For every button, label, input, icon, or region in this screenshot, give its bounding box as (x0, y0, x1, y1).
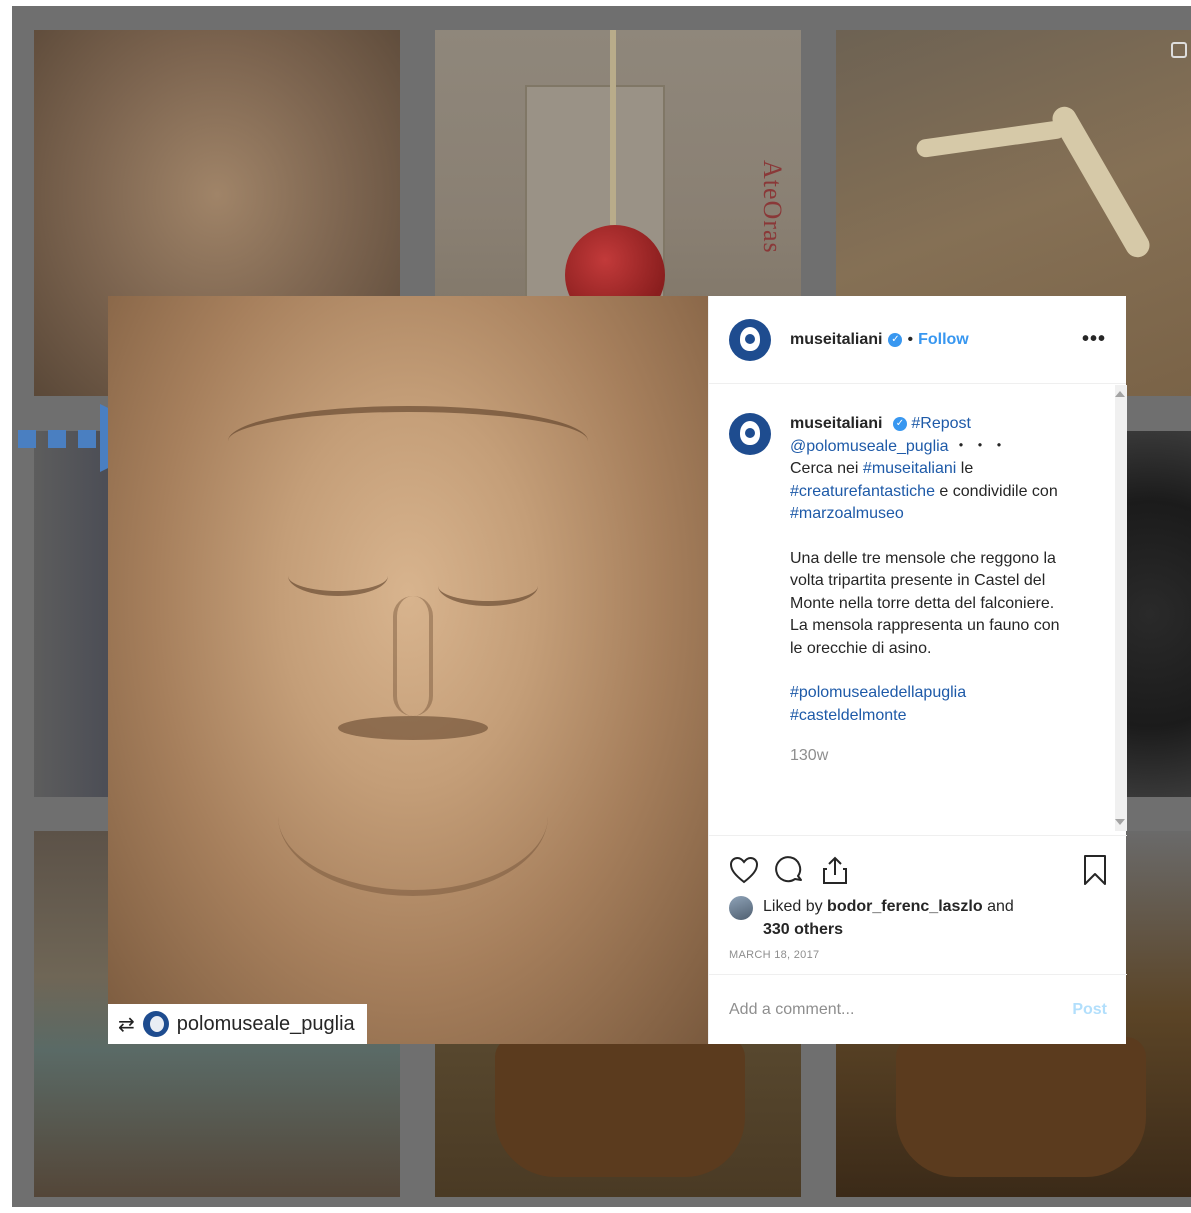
tusk-image (915, 119, 1067, 159)
bookmark-icon[interactable] (1083, 854, 1107, 886)
sculpture-detail (228, 406, 588, 476)
tusk-image (1048, 102, 1154, 262)
post-header: museitaliani ✓ • Follow ••• (709, 296, 1126, 384)
share-icon[interactable] (821, 855, 849, 885)
likes-text: Liked by bodor_ferenc_laszlo and 330 oth… (763, 896, 1014, 941)
caption-fragment: le (956, 460, 974, 477)
hashtag-link[interactable]: #casteldelmonte (790, 707, 907, 724)
repost-username: polomuseale_puglia (176, 1012, 355, 1035)
post-actions: Liked by bodor_ferenc_laszlo and 330 oth… (709, 835, 1127, 961)
more-options-icon[interactable]: ••• (1082, 328, 1106, 351)
basket-image (896, 1037, 1146, 1177)
avatar[interactable] (729, 318, 771, 361)
multi-photo-icon (1171, 42, 1187, 58)
caption-username[interactable]: museitaliani (790, 415, 882, 432)
likes-prefix: Liked by (763, 898, 828, 915)
liker-username[interactable]: bodor_ferenc_laszlo (827, 898, 983, 915)
arrow-dash (48, 430, 66, 448)
scroll-up-icon[interactable] (1115, 391, 1125, 397)
sculpture-detail (278, 736, 548, 896)
caption-paragraph: Una delle tre mensole che reggono la vol… (790, 549, 1060, 657)
caption-text: museitaliani ✓ #Repost @polomuseale_pugl… (790, 413, 1070, 768)
sculpture-detail (393, 596, 433, 716)
thumbnail-text: AteOras (758, 160, 787, 254)
repost-badge: ⇄ polomuseale_puglia (108, 1004, 367, 1044)
stem-image (610, 30, 616, 225)
comment-input[interactable] (729, 1000, 1073, 1019)
sculpture-detail (438, 566, 538, 606)
repost-icon: ⇄ (118, 1012, 135, 1036)
post-photo[interactable]: ⇄ polomuseale_puglia (108, 296, 708, 1044)
action-icons (729, 850, 1107, 890)
likes-summary: Liked by bodor_ferenc_laszlo and 330 oth… (729, 896, 1107, 941)
caption-ellipsis: ・・・ (953, 437, 1011, 455)
follow-button[interactable]: Follow (918, 331, 969, 349)
comment-icon[interactable] (775, 855, 805, 885)
verified-badge-icon: ✓ (888, 332, 903, 347)
avatar (142, 1011, 169, 1037)
hashtag-link[interactable]: #polomusealedellapuglia (790, 684, 966, 701)
mention-link[interactable]: @polomuseale_puglia (790, 438, 949, 455)
post-age[interactable]: 130w (790, 745, 1070, 768)
grid-thumbnail-portrait[interactable] (1122, 431, 1191, 797)
post-modal: ⇄ polomuseale_puglia museitaliani ✓ • Fo… (108, 296, 1127, 1044)
arrow-dash (18, 430, 36, 448)
caption-fragment: Cerca nei (790, 460, 863, 477)
scroll-down-icon[interactable] (1115, 819, 1125, 825)
post-comment-button[interactable]: Post (1072, 1001, 1107, 1019)
post-sidebar: museitaliani ✓ • Follow ••• museitaliani… (708, 296, 1127, 1044)
hashtag-link[interactable]: #Repost (911, 415, 971, 432)
caption-hashtags: #polomusealedellapuglia #casteldelmonte (790, 682, 1070, 727)
author-username[interactable]: museitaliani (790, 331, 882, 349)
basket-image (495, 1037, 745, 1177)
caption-fragment: e condividile con (934, 482, 1058, 500)
avatar[interactable] (729, 413, 771, 455)
add-comment-bar: Post (709, 974, 1127, 1044)
arrow-dash (78, 430, 96, 448)
likes-mid: and (982, 898, 1014, 915)
hashtag-link[interactable]: #creaturefantastiche (790, 483, 935, 500)
separator: • (907, 330, 914, 348)
caption: museitaliani ✓ #Repost @polomuseale_pugl… (729, 413, 1107, 768)
post-date: MARCH 18, 2017 (729, 949, 820, 961)
comments-scrollbar[interactable] (1115, 385, 1127, 831)
hashtag-link[interactable]: #marzoalmuseo (790, 505, 904, 522)
sculpture-detail (288, 556, 388, 596)
liker-avatar[interactable] (729, 896, 753, 920)
heart-icon[interactable] (729, 856, 759, 884)
verified-badge-icon: ✓ (892, 416, 907, 431)
likes-others-link[interactable]: 330 others (763, 921, 843, 938)
hashtag-link[interactable]: #museitaliani (863, 460, 956, 477)
comments-area[interactable]: museitaliani ✓ #Repost @polomuseale_pugl… (709, 385, 1127, 835)
